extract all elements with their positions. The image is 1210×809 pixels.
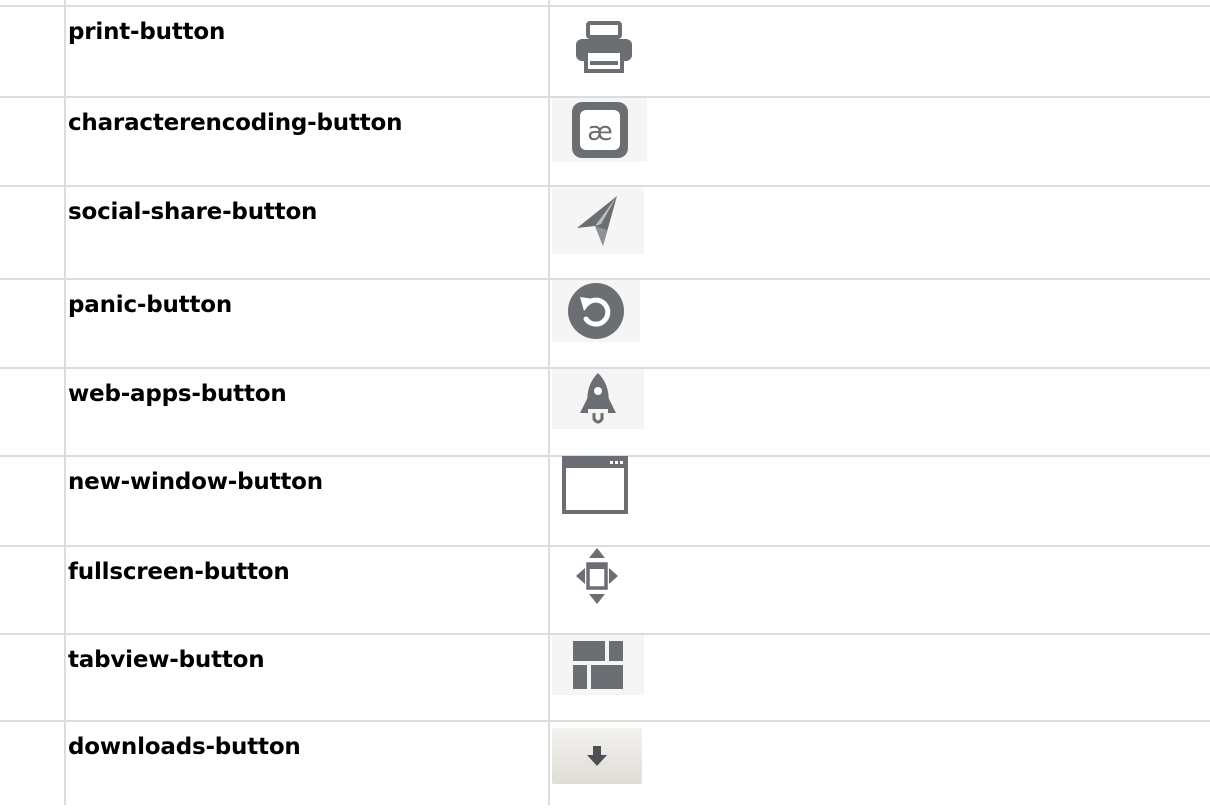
undo-circle-icon[interactable] [552, 280, 640, 342]
row-label: fullscreen-button [68, 559, 290, 585]
download-arrow-icon[interactable] [552, 728, 642, 784]
button-reference-table: print-button characterencoding-button æ … [0, 0, 1210, 805]
row-label: characterencoding-button [68, 110, 403, 136]
table-row: tabview-button [0, 633, 1210, 722]
row-label: print-button [68, 19, 226, 45]
paper-plane-icon[interactable] [552, 188, 644, 254]
row-label: new-window-button [68, 469, 323, 495]
row-label: downloads-button [68, 734, 301, 760]
fullscreen-arrows-icon[interactable] [552, 545, 642, 607]
table-row: panic-button [0, 278, 1210, 367]
table-row: social-share-button [0, 185, 1210, 274]
table-row: web-apps-button [0, 367, 1210, 456]
printer-icon[interactable] [566, 9, 642, 85]
window-icon[interactable] [560, 455, 630, 515]
table-row: fullscreen-button [0, 545, 1210, 634]
row-label: web-apps-button [68, 381, 287, 407]
row-label: social-share-button [68, 199, 318, 225]
character-encoding-icon[interactable]: æ [552, 98, 647, 162]
table-row: downloads-button [0, 720, 1210, 809]
row-label: panic-button [68, 292, 233, 318]
table-row: new-window-button [0, 455, 1210, 544]
row-label: tabview-button [68, 647, 265, 673]
table-row: print-button [0, 5, 1210, 94]
rocket-icon[interactable] [552, 369, 644, 429]
table-row: characterencoding-button æ [0, 96, 1210, 185]
character-encoding-glyph: æ [587, 117, 613, 147]
tabview-grid-icon[interactable] [552, 635, 644, 695]
